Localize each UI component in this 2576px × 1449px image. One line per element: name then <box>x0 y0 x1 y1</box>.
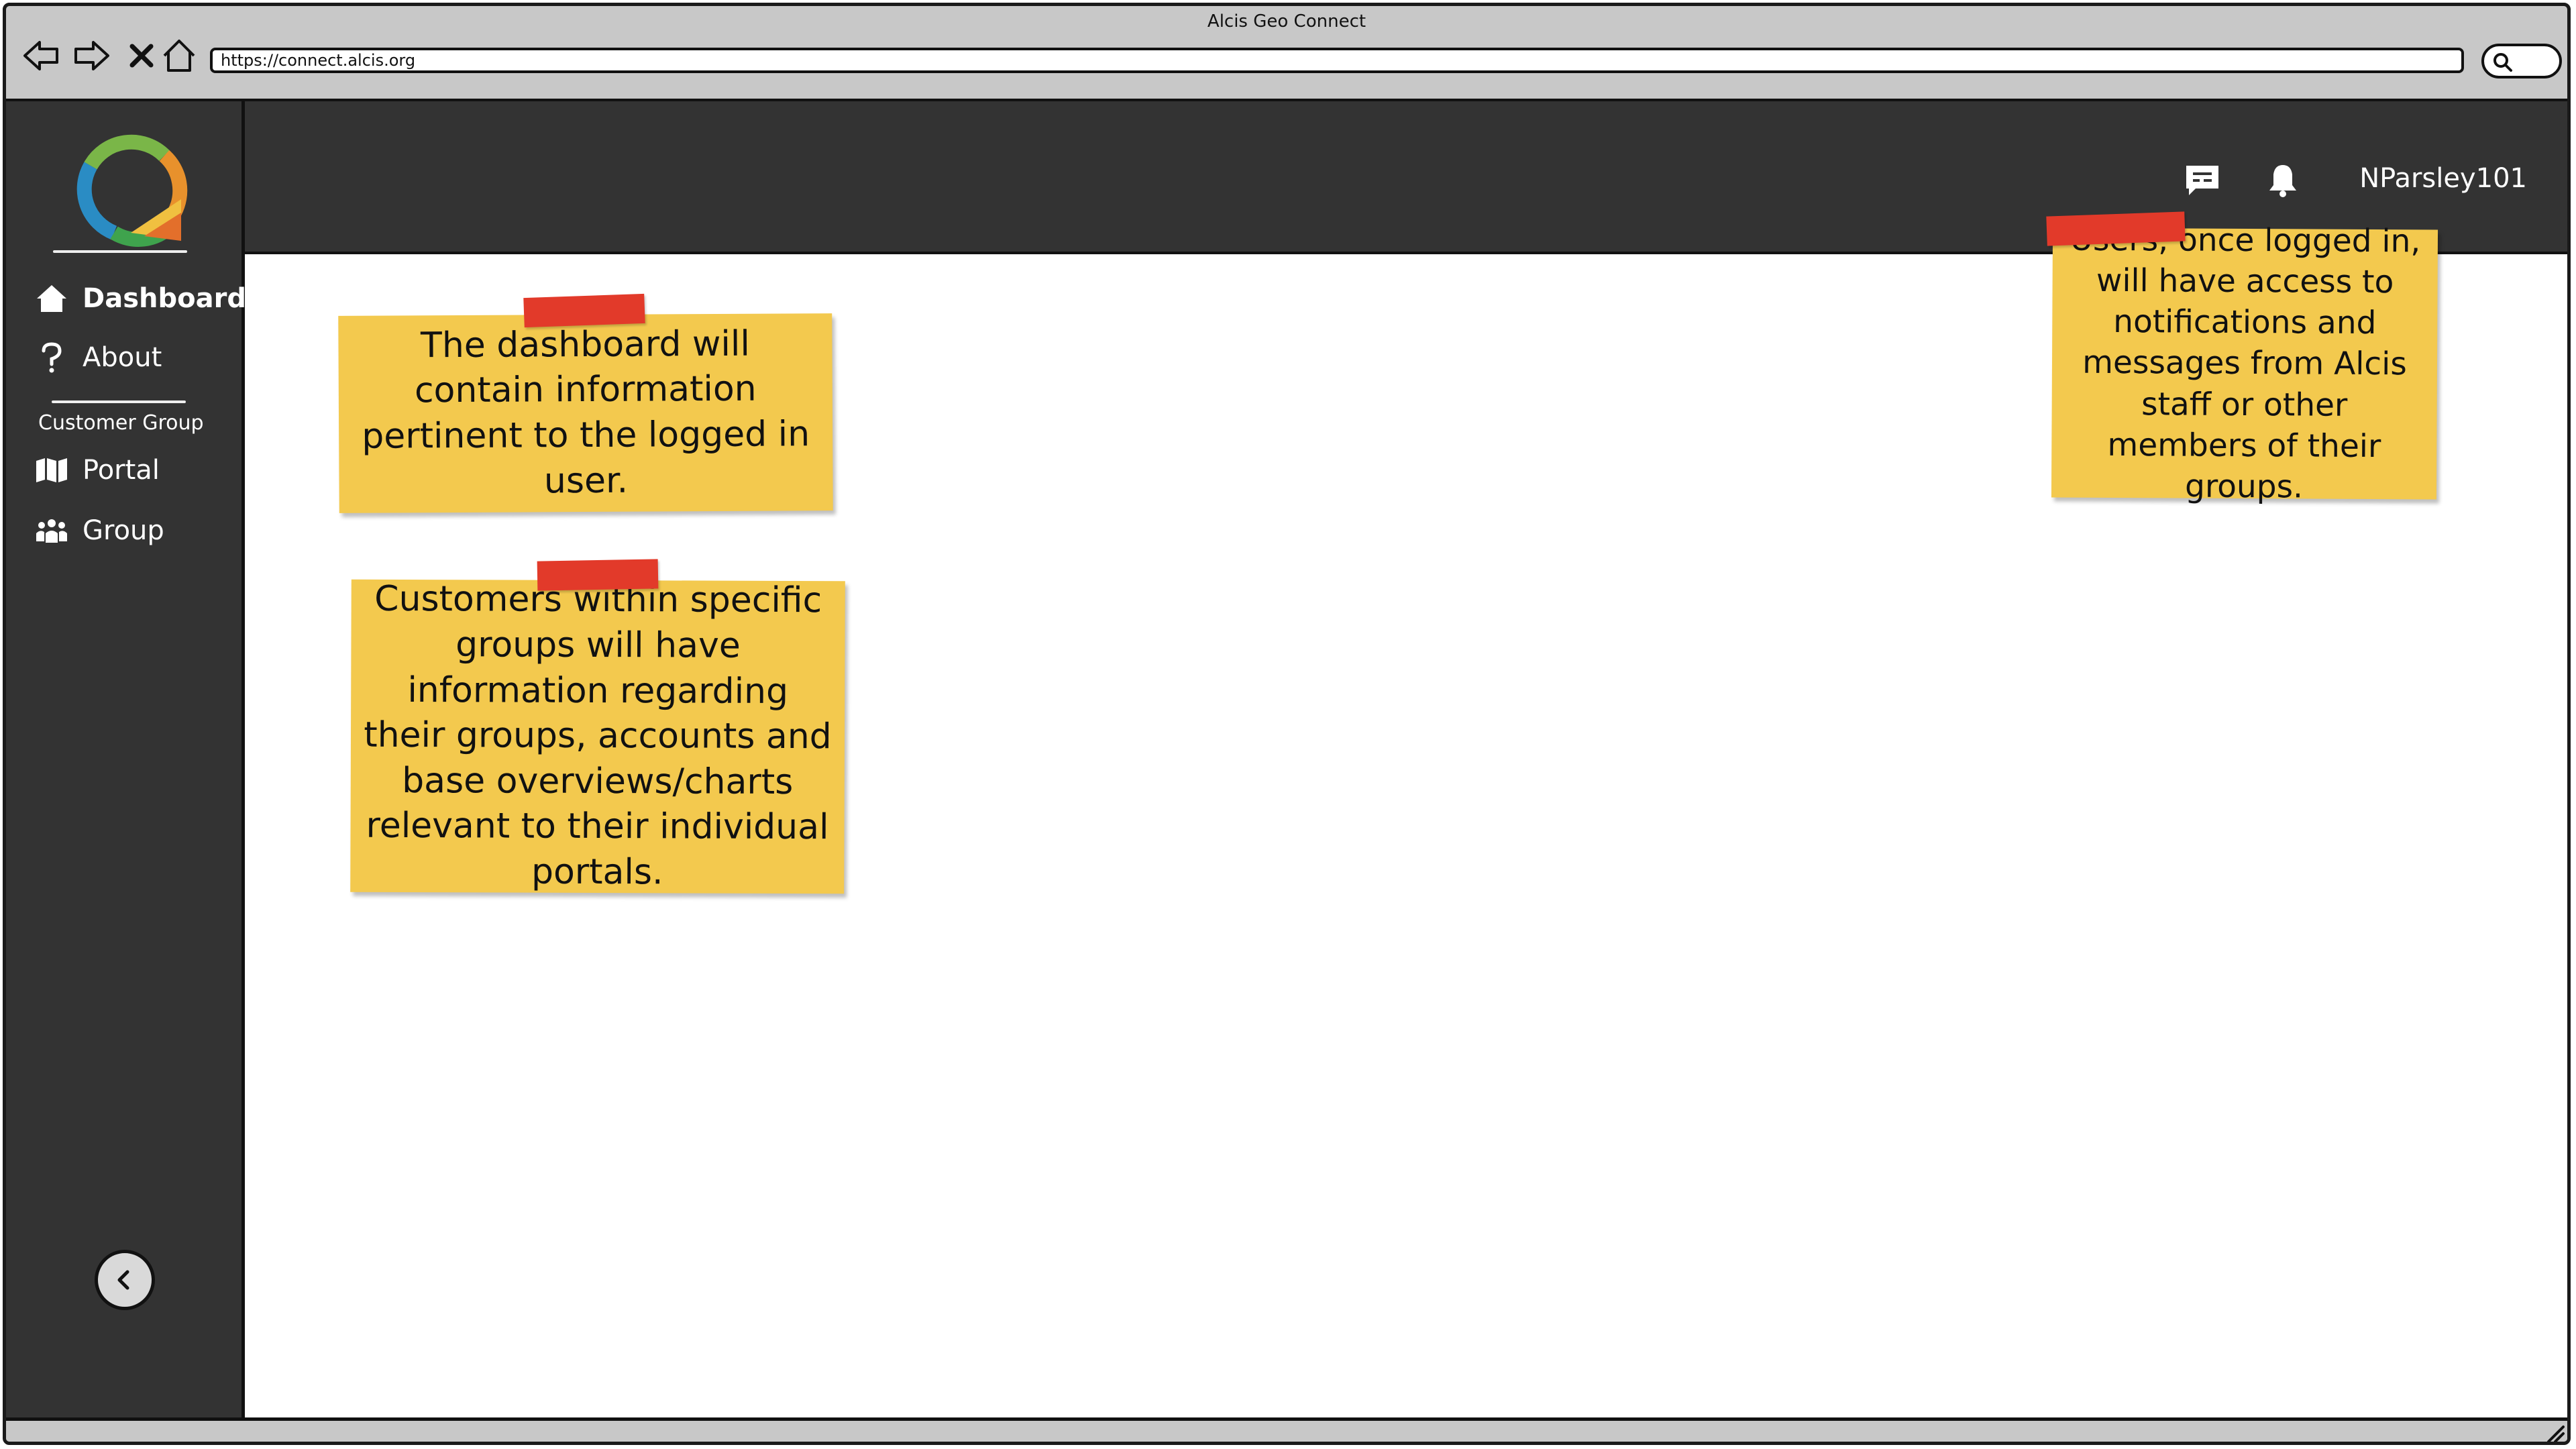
url-bar[interactable]: https://connect.alcis.org <box>210 48 2464 73</box>
close-x-icon[interactable] <box>121 36 162 76</box>
question-icon <box>33 339 70 376</box>
map-icon <box>33 451 70 489</box>
sticky-note: The dashboard will contain information p… <box>338 313 833 513</box>
resize-grip-icon[interactable] <box>2544 1423 2565 1443</box>
chevron-left-icon <box>117 1270 129 1290</box>
tape <box>537 559 659 591</box>
message-icon[interactable] <box>2181 159 2224 202</box>
note-text: Users, once logged in, will have access … <box>2070 221 2421 506</box>
back-arrow-icon[interactable] <box>21 36 61 76</box>
home-icon <box>33 280 70 317</box>
people-icon <box>33 512 70 549</box>
section-divider <box>52 400 186 403</box>
search-field[interactable] <box>2481 44 2562 78</box>
username[interactable]: NParsley101 <box>2359 163 2527 194</box>
sidebar-item-portal[interactable]: Portal <box>33 449 160 492</box>
bell-icon[interactable] <box>2261 159 2304 202</box>
browser-window: Alcis Geo Connect https://connect.alcis.… <box>3 3 2571 1445</box>
sticky-note: Customers within specific groups will ha… <box>350 579 845 894</box>
sidebar-item-label: Group <box>83 515 164 546</box>
note-text: The dashboard will contain information p… <box>362 323 810 501</box>
window-title: Alcis Geo Connect <box>1207 11 1366 32</box>
home-icon[interactable] <box>159 36 199 76</box>
sidebar-item-label: Dashboard <box>83 283 246 314</box>
sidebar-item-label: About <box>83 342 162 373</box>
sidebar-item-about[interactable]: About <box>33 336 162 379</box>
status-bar <box>6 1417 2567 1443</box>
sticky-note: Users, once logged in, will have access … <box>2051 221 2438 505</box>
sidebar-item-dashboard[interactable]: Dashboard <box>33 277 246 320</box>
dashboard-content: The dashboard will contain information p… <box>245 221 2567 1417</box>
section-label: Customer Group <box>38 411 204 435</box>
search-icon <box>2493 53 2512 72</box>
sidebar: Dashboard About Customer Group Portal Gr… <box>6 99 246 1417</box>
sidebar-item-group[interactable]: Group <box>33 509 164 552</box>
note-text: Customers within specific groups will ha… <box>364 579 832 893</box>
sidebar-item-label: Portal <box>83 455 160 486</box>
forward-arrow-icon[interactable] <box>72 36 112 76</box>
alcis-logo[interactable] <box>64 125 191 253</box>
collapse-sidebar-button[interactable] <box>95 1250 155 1310</box>
tape <box>2046 211 2186 246</box>
logo-divider <box>53 250 187 253</box>
tape <box>523 293 645 328</box>
